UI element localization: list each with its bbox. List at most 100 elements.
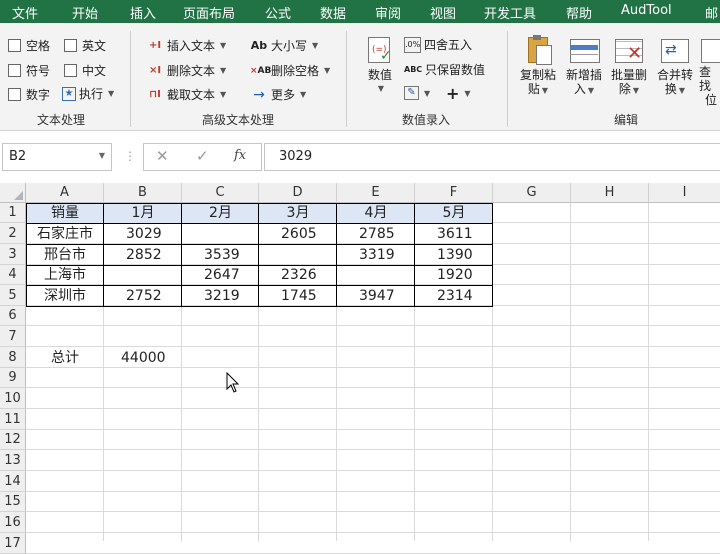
column-header-b[interactable]: B xyxy=(104,183,182,203)
column-header-a[interactable]: A xyxy=(26,183,104,203)
row-header-14[interactable]: 14 xyxy=(0,471,26,492)
cancel-icon[interactable]: ✕ xyxy=(156,147,169,165)
cell-b3[interactable]: 2852 xyxy=(104,245,182,265)
cell-b2[interactable]: 3029 xyxy=(104,224,182,244)
option-symbols[interactable]: 符号 xyxy=(8,62,50,79)
cell-e3[interactable]: 3319 xyxy=(337,245,415,265)
batch-delete-button[interactable]: ✕ 批量删 除 ▼ xyxy=(608,35,650,98)
row-header-5[interactable]: 5 xyxy=(0,285,26,306)
cell-b1[interactable]: 1月 xyxy=(104,204,182,223)
cell-c2[interactable] xyxy=(182,224,259,244)
tab-developer[interactable]: 开发工具 xyxy=(484,3,536,22)
cell-d5[interactable]: 1745 xyxy=(259,286,337,306)
cell-b4[interactable] xyxy=(104,266,182,285)
row-header-1[interactable]: 1 xyxy=(0,203,26,223)
column-header-c[interactable]: C xyxy=(182,183,259,203)
cell-c3[interactable]: 3539 xyxy=(182,245,259,265)
execute-button[interactable]: ★ 执行 ▼ xyxy=(62,85,114,102)
cell-f4[interactable]: 1920 xyxy=(415,266,493,285)
confirm-icon[interactable]: ✓ xyxy=(196,147,209,165)
row-header-2[interactable]: 2 xyxy=(0,223,26,244)
values-button[interactable]: (=) ✓ 数值 ▼ xyxy=(362,35,398,96)
cell-a4[interactable]: 上海市 xyxy=(26,266,104,285)
cell-e2[interactable]: 2785 xyxy=(337,224,415,244)
row-header-17[interactable]: 17 xyxy=(0,533,26,554)
tab-data[interactable]: 数据 xyxy=(320,3,346,22)
tab-mail[interactable]: 邮 xyxy=(705,3,718,22)
tab-view[interactable]: 视图 xyxy=(430,3,456,22)
cell-f3[interactable]: 1390 xyxy=(415,245,493,265)
cell-a2[interactable]: 石家庄市 xyxy=(26,224,104,244)
checkbox-english[interactable] xyxy=(64,39,77,52)
option-spaces[interactable]: 空格 xyxy=(8,37,50,54)
formula-input[interactable]: 3029 xyxy=(264,143,720,171)
tab-help[interactable]: 帮助 xyxy=(566,3,592,22)
row-header-12[interactable]: 12 xyxy=(0,430,26,450)
cell-a3[interactable]: 邢台市 xyxy=(26,245,104,265)
row-header-15[interactable]: 15 xyxy=(0,492,26,512)
cell-d3[interactable] xyxy=(259,245,337,265)
add-button[interactable]: + ▼ xyxy=(446,84,471,103)
extract-text-button[interactable]: ⊓I 截取文本 ▼ xyxy=(146,86,226,103)
row-header-13[interactable]: 13 xyxy=(0,450,26,471)
cell-a5[interactable]: 深圳市 xyxy=(26,286,104,306)
merge-convert-button[interactable]: ⇄ 合并转 换 ▼ xyxy=(654,35,696,98)
tab-formulas[interactable]: 公式 xyxy=(265,3,291,22)
select-all-corner[interactable] xyxy=(0,183,26,203)
chevron-down-icon[interactable]: ▼ xyxy=(99,151,105,160)
column-header-g[interactable]: G xyxy=(493,183,571,203)
row-header-8[interactable]: 8 xyxy=(0,347,26,368)
checkbox-chinese[interactable] xyxy=(64,64,77,77)
tab-review[interactable]: 审阅 xyxy=(375,3,401,22)
cell-f5[interactable]: 2314 xyxy=(415,286,493,306)
cell-b5[interactable]: 2752 xyxy=(104,286,182,306)
delete-text-button[interactable]: ×I 删除文本 ▼ xyxy=(146,62,226,79)
cell-c5[interactable]: 3219 xyxy=(182,286,259,306)
row-header-9[interactable]: 9 xyxy=(0,368,26,388)
row-header-10[interactable]: 10 xyxy=(0,388,26,409)
total-value-cell[interactable]: 44000 xyxy=(104,348,182,368)
cell-c4[interactable]: 2647 xyxy=(182,266,259,285)
tab-file[interactable]: 文件 xyxy=(12,3,38,22)
fx-icon[interactable]: fx xyxy=(234,148,246,163)
column-header-d[interactable]: D xyxy=(259,183,337,203)
edit-cell-button[interactable]: ✎ ▼ xyxy=(404,86,430,100)
row-header-11[interactable]: 11 xyxy=(0,409,26,430)
cell-d2[interactable]: 2605 xyxy=(259,224,337,244)
row-header-3[interactable]: 3 xyxy=(0,244,26,265)
option-chinese[interactable]: 中文 xyxy=(64,62,106,79)
case-button[interactable]: Ab 大小写 ▼ xyxy=(250,37,318,54)
checkbox-symbols[interactable] xyxy=(8,64,21,77)
column-header-h[interactable]: H xyxy=(571,183,649,203)
row-header-7[interactable]: 7 xyxy=(0,326,26,347)
find-locate-button[interactable]: 查找 位 xyxy=(699,35,720,107)
checkbox-spaces[interactable] xyxy=(8,39,21,52)
tab-home[interactable]: 开始 xyxy=(72,3,98,22)
checkbox-digits[interactable] xyxy=(8,88,21,101)
cell-f1[interactable]: 5月 xyxy=(415,204,493,223)
cell-f2[interactable]: 3611 xyxy=(415,224,493,244)
cell-c1[interactable]: 2月 xyxy=(182,204,259,223)
cell-e5[interactable]: 3947 xyxy=(337,286,415,306)
insert-text-button[interactable]: +I 插入文本 ▼ xyxy=(146,37,226,54)
delete-spaces-button[interactable]: ×AB 删除空格 ▼ xyxy=(250,62,330,79)
round-button[interactable]: .0% 四舍五入 xyxy=(404,36,472,53)
cell-e4[interactable] xyxy=(337,266,415,285)
cell-e1[interactable]: 4月 xyxy=(337,204,415,223)
copy-paste-button[interactable]: 复制粘 贴 ▼ xyxy=(517,35,559,98)
row-header-16[interactable]: 16 xyxy=(0,512,26,533)
total-label-cell[interactable]: 总计 xyxy=(26,348,104,368)
column-header-e[interactable]: E xyxy=(337,183,415,203)
insert-new-button[interactable]: 新增插 入 ▼ xyxy=(563,35,605,98)
cell-d1[interactable]: 3月 xyxy=(259,204,337,223)
row-header-6[interactable]: 6 xyxy=(0,306,26,326)
column-header-i[interactable]: I xyxy=(649,183,720,203)
name-box[interactable]: B2 ▼ xyxy=(2,143,112,171)
cell-a1[interactable]: 销量 xyxy=(26,204,104,223)
row-header-4[interactable]: 4 xyxy=(0,265,26,285)
column-header-f[interactable]: F xyxy=(415,183,493,203)
cell-d4[interactable]: 2326 xyxy=(259,266,337,285)
tab-insert[interactable]: 插入 xyxy=(130,3,156,22)
option-english[interactable]: 英文 xyxy=(64,37,106,54)
tab-page-layout[interactable]: 页面布局 xyxy=(183,3,235,22)
